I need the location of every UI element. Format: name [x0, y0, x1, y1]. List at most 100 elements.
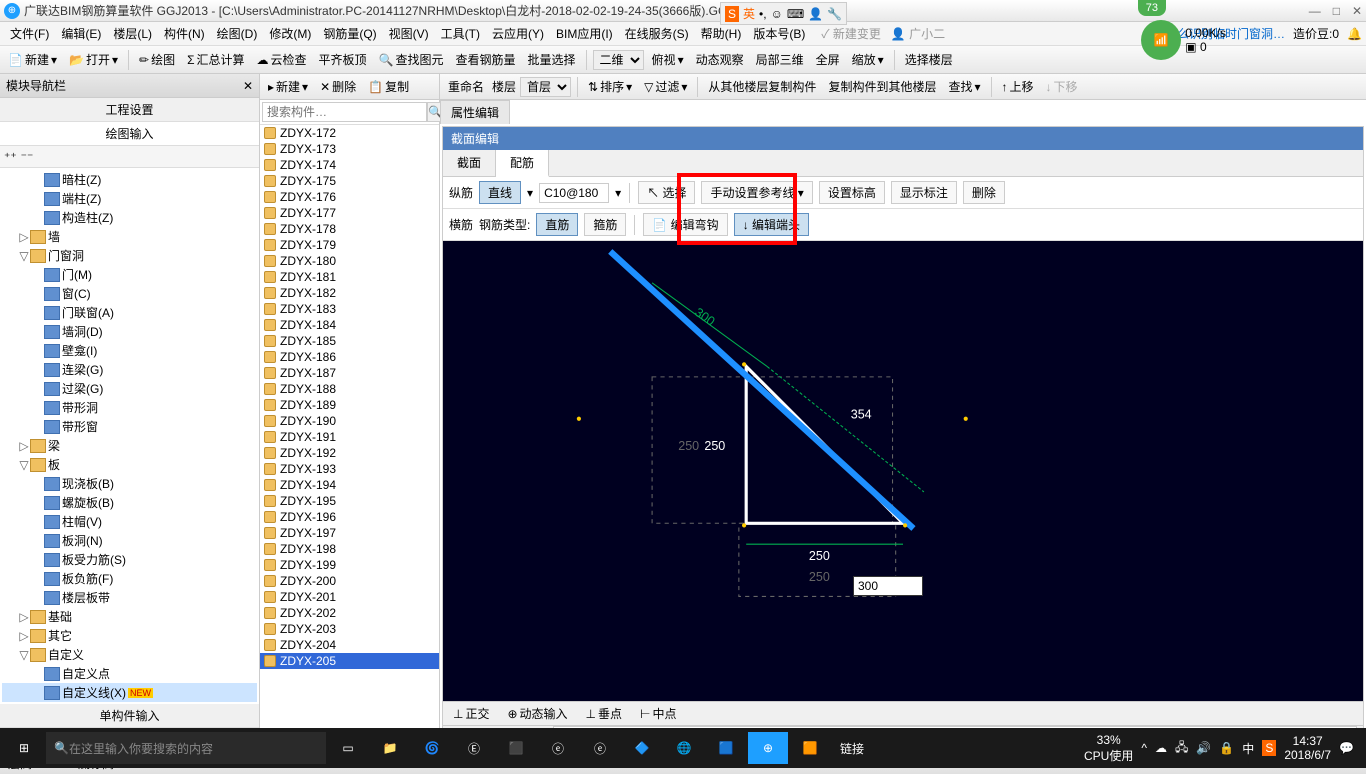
list-item[interactable]: ZDYX-199 — [260, 557, 439, 573]
et-copy-to[interactable]: 复制构件到其他楼层 — [824, 76, 940, 97]
list-item[interactable]: ZDYX-202 — [260, 605, 439, 621]
list-item[interactable]: ZDYX-175 — [260, 173, 439, 189]
tree-node[interactable]: ▽自定义 — [2, 645, 257, 664]
list-item[interactable]: ZDYX-186 — [260, 349, 439, 365]
et-up[interactable]: ↑ 上移 — [998, 76, 1038, 97]
tray-clock[interactable]: 14:372018/6/7 — [1284, 734, 1331, 762]
tree-node[interactable]: 端柱(Z) — [2, 189, 257, 208]
tree-node[interactable]: 带形洞 — [2, 398, 257, 417]
menu-component[interactable]: 构件(N) — [158, 23, 211, 44]
taskbar-search[interactable]: 🔍 在这里输入你要搜索的内容 — [46, 732, 326, 764]
tree-node[interactable]: 现浇板(B) — [2, 474, 257, 493]
task-view-icon[interactable]: ▭ — [328, 732, 368, 764]
task-ie[interactable]: ⓔ — [580, 732, 620, 764]
list-item[interactable]: ZDYX-198 — [260, 541, 439, 557]
tb-local3d[interactable]: 局部三维 — [752, 49, 808, 70]
list-item[interactable]: ZDYX-196 — [260, 509, 439, 525]
ime-emoji-icon[interactable]: ☺ — [771, 7, 783, 21]
tree-node[interactable]: ▷梁 — [2, 436, 257, 455]
start-button[interactable]: ⊞ — [4, 732, 44, 764]
menu-cloud[interactable]: 云应用(Y) — [486, 23, 550, 44]
et-sort[interactable]: ⇅ 排序 ▾ — [584, 76, 636, 97]
tb-new[interactable]: 📄 新建 ▾ — [4, 49, 61, 70]
et-down[interactable]: ↓ 下移 — [1042, 76, 1082, 97]
tree-collapse-icon[interactable]: ⁻⁻ — [21, 150, 34, 164]
view-mode-select[interactable]: 二维 — [593, 50, 644, 70]
list-delete[interactable]: ✕ 删除 — [316, 76, 360, 97]
list-item[interactable]: ZDYX-181 — [260, 269, 439, 285]
ime-s-icon[interactable]: S — [725, 6, 739, 22]
cb-mid[interactable]: ⊢ 中点 — [636, 703, 680, 724]
menu-extra1[interactable]: ✓ 新建变更 — [821, 25, 881, 42]
property-tab[interactable]: 属性编辑 — [440, 100, 510, 124]
list-item[interactable]: ZDYX-192 — [260, 445, 439, 461]
tray-notif-icon[interactable]: 💬 — [1339, 741, 1354, 755]
rb1-delete[interactable]: 删除 — [963, 181, 1005, 204]
tb-sum[interactable]: Σ 汇总计算 — [183, 49, 248, 70]
tray-s-icon[interactable]: S — [1262, 740, 1276, 756]
tree-node[interactable]: 门联窗(A) — [2, 303, 257, 322]
rb1-manual-ref[interactable]: 手动设置参考线 ▾ — [701, 181, 812, 204]
list-item[interactable]: ZDYX-201 — [260, 589, 439, 605]
task-app3[interactable]: Ⓔ — [454, 732, 494, 764]
tb-draw[interactable]: ✏ 绘图 — [135, 49, 179, 70]
tb-find[interactable]: 🔍 查找图元 — [375, 49, 448, 70]
list-item[interactable]: ZDYX-188 — [260, 381, 439, 397]
list-item[interactable]: ZDYX-203 — [260, 621, 439, 637]
menu-edit[interactable]: 编辑(E) — [55, 23, 107, 44]
menu-extra2[interactable]: 👤 广小二 — [891, 25, 945, 42]
search-input[interactable] — [262, 102, 427, 122]
list-item[interactable]: ZDYX-178 — [260, 221, 439, 237]
ime-keyboard-icon[interactable]: ⌨ — [787, 7, 804, 21]
menu-file[interactable]: 文件(F) — [4, 23, 55, 44]
rb2-edit-end[interactable]: ↓ 编辑端头 — [734, 213, 809, 236]
list-item[interactable]: ZDYX-200 — [260, 573, 439, 589]
tb-topview[interactable]: 俯视 ▾ — [648, 49, 688, 70]
tab-project-settings[interactable]: 工程设置 — [0, 98, 259, 122]
tree-node[interactable]: 自定义线(X)NEW — [2, 683, 257, 702]
rb1-spec-dd[interactable]: ▾ — [615, 186, 621, 200]
component-list[interactable]: ZDYX-172ZDYX-173ZDYX-174ZDYX-175ZDYX-176… — [260, 125, 439, 752]
tree-node[interactable]: 板洞(N) — [2, 531, 257, 550]
rb1-line-dd[interactable]: ▾ — [527, 186, 533, 200]
list-item[interactable]: ZDYX-183 — [260, 301, 439, 317]
tray-vol-icon[interactable]: 🔊 — [1196, 741, 1211, 755]
menu-tools[interactable]: 工具(T) — [435, 23, 486, 44]
ime-toolbar[interactable]: S 英 •, ☺ ⌨ 👤 🔧 — [720, 2, 847, 25]
rb1-set-elev[interactable]: 设置标高 — [819, 181, 885, 204]
menu-view[interactable]: 视图(V) — [383, 23, 435, 44]
menu-version[interactable]: 版本号(B) — [747, 23, 811, 44]
tb-batch[interactable]: 批量选择 — [524, 49, 580, 70]
list-item[interactable]: ZDYX-182 — [260, 285, 439, 301]
tb-zoom[interactable]: 缩放 ▾ — [848, 49, 888, 70]
menu-bim[interactable]: BIM应用(I) — [550, 23, 619, 44]
tb-align[interactable]: 平齐板顶 — [315, 49, 371, 70]
list-item[interactable]: ZDYX-176 — [260, 189, 439, 205]
cb-perp[interactable]: ⊥ 垂点 — [582, 703, 626, 724]
tree-node[interactable]: ▽板 — [2, 455, 257, 474]
tray-cloud-icon[interactable]: ☁ — [1155, 741, 1167, 755]
list-item[interactable]: ZDYX-180 — [260, 253, 439, 269]
et-rename[interactable]: 重命名 — [444, 76, 488, 97]
task-app5[interactable]: 🔷 — [622, 732, 662, 764]
list-item[interactable]: ZDYX-173 — [260, 141, 439, 157]
list-item[interactable]: ZDYX-179 — [260, 237, 439, 253]
tb-select-floor[interactable]: 选择楼层 — [901, 49, 957, 70]
menu-online[interactable]: 在线服务(S) — [619, 23, 695, 44]
cb-ortho[interactable]: ⊥ 正交 — [449, 703, 493, 724]
task-edge[interactable]: ⓔ — [538, 732, 578, 764]
list-item[interactable]: ZDYX-197 — [260, 525, 439, 541]
list-item[interactable]: ZDYX-191 — [260, 429, 439, 445]
tree-node[interactable]: 暗柱(Z) — [2, 170, 257, 189]
tree-node[interactable]: 连梁(G) — [2, 360, 257, 379]
task-app2[interactable]: 🌀 — [412, 732, 452, 764]
tree-node[interactable]: 楼层板带 — [2, 588, 257, 607]
bell-icon[interactable]: 🔔 — [1347, 27, 1362, 41]
tree-node[interactable]: ▷其它 — [2, 626, 257, 645]
task-app8[interactable]: 🟧 — [790, 732, 830, 764]
task-app1[interactable]: 📁 — [370, 732, 410, 764]
tree-node[interactable]: 板受力筋(S) — [2, 550, 257, 569]
list-item[interactable]: ZDYX-193 — [260, 461, 439, 477]
ime-lang[interactable]: 英 — [743, 5, 755, 22]
list-item[interactable]: ZDYX-177 — [260, 205, 439, 221]
